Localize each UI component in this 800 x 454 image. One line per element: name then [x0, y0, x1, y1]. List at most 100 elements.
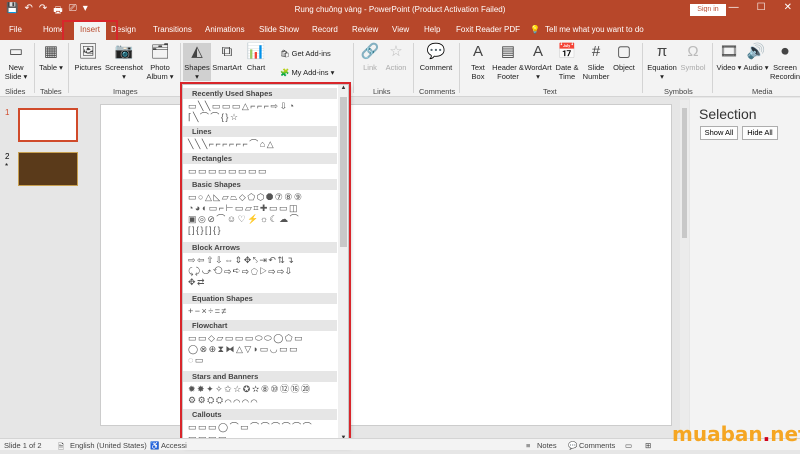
category-rectangles: Rectangles [183, 153, 337, 164]
table-button[interactable]: ▦ Table ▾ [38, 43, 64, 72]
tab-file[interactable]: File [9, 25, 22, 34]
group-separator [459, 43, 460, 93]
shape-row[interactable]: ▭╲╲▭▭▭△⌐⌐⌐⇨⇩◔ [188, 101, 296, 111]
shape-row[interactable]: ▭▭◇▱▭▭▭⬭⬭◯⬠▭ [188, 333, 304, 343]
show-all-button[interactable]: Show All [700, 126, 738, 140]
category-equation-shapes: Equation Shapes [183, 293, 337, 304]
shape-row[interactable]: ◯⊗⊕⧗⧓△▽◗▭◡▭▭ [188, 344, 299, 354]
tab-view[interactable]: View [392, 25, 409, 34]
group-label-images: Images [113, 87, 138, 96]
table-icon: ▦ [43, 43, 59, 60]
window-controls: 🗔 — ☐ ✕ [700, 2, 792, 19]
shape-row[interactable]: ╲╲╲⌐⌐⌐⌐⌐⌐⌒⌂△ [188, 139, 275, 149]
slide-sorter-icon[interactable]: ⊞ [645, 441, 651, 450]
group-separator [180, 43, 181, 93]
video-button[interactable]: 🎞 Video ▾ [716, 43, 742, 72]
shape-row[interactable]: ⚙⚙⛭⛭⌒⌒⌒⌒ [188, 395, 259, 405]
language-indicator[interactable]: English (United States) [70, 441, 147, 450]
pi-icon: π [656, 43, 668, 60]
photo-album-button[interactable]: 🗂 Photo Album ▾ [145, 43, 175, 81]
tab-record[interactable]: Record [312, 25, 338, 34]
get-addins-button[interactable]: 🛍 Get Add-ins [280, 49, 331, 58]
proofing-icon[interactable]: 🗎 [58, 441, 64, 454]
shape-row[interactable]: ▭○△◺▱⏢◇⬠⬡⯃⑦⑧⑨ [188, 192, 303, 202]
shape-row[interactable]: ▭▭▭▭▭▭▭▭ [188, 166, 268, 176]
tab-transitions[interactable]: Transitions [153, 25, 192, 34]
audio-button[interactable]: 🔊 Audio ▾ [743, 43, 769, 72]
notes-button[interactable]: Notes [537, 441, 557, 450]
group-label-slides: Slides [5, 87, 26, 96]
smartart-button[interactable]: ⧉ SmartArt [212, 43, 242, 72]
normal-view-icon[interactable]: ▭ [625, 441, 632, 450]
lightbulb-icon: 💡 [530, 25, 540, 34]
group-label-media: Media [752, 87, 773, 96]
shape-row[interactable]: ✹✸✦✧✩☆✪✫⑧⑩⑫⑯⑳ [188, 384, 312, 394]
header-footer-button[interactable]: ▤ Header & Footer [492, 43, 524, 81]
minimize-icon[interactable]: — [729, 2, 739, 19]
pictures-button[interactable]: 🖼 Pictures [73, 43, 103, 72]
group-label-comments: Comments [419, 87, 456, 96]
maximize-icon[interactable]: ☐ [757, 2, 766, 19]
shape-row[interactable]: +−×÷=≠ [188, 306, 228, 316]
group-separator [642, 43, 643, 93]
symbol-button[interactable]: Ω Symbol [679, 43, 707, 72]
shape-row[interactable]: ◌▭ [188, 355, 205, 365]
slide-thumbnail-1[interactable] [18, 108, 78, 142]
header-footer-icon: ▤ [500, 43, 516, 60]
group-label-tables: Tables [40, 87, 62, 96]
shapes-gallery-scrollbar[interactable]: ▲ ▼ [338, 85, 348, 445]
shape-row[interactable]: ⌈╲⌒⌒{}☆ [188, 112, 240, 122]
ribbon-display-icon[interactable]: 🗔 [700, 2, 711, 19]
tab-help[interactable]: Help [424, 25, 440, 34]
screen-recording-button[interactable]: ⏺Screen Recording [770, 43, 800, 81]
my-addins-button[interactable]: 🧩 My Add-ins ▾ [280, 68, 334, 77]
addins-icon: 🧩 [280, 68, 292, 77]
watermark-brand: muaban [672, 422, 763, 446]
scrollbar-thumb[interactable] [340, 97, 347, 247]
ribbon-tabs: File Home Insert Design Transitions Anim… [0, 20, 800, 40]
shape-row[interactable]: []{}[]{} [188, 225, 222, 235]
link-button[interactable]: 🔗 Link [358, 43, 382, 72]
group-label-links: Links [373, 87, 391, 96]
scrollbar-thumb[interactable] [682, 108, 687, 238]
shape-row[interactable]: ✥⇄ [188, 277, 206, 287]
object-button[interactable]: ▢ Object [611, 43, 637, 72]
shape-row[interactable]: ▭▭▭◯⌒▭⌒⌒⌒⌒⌒⌒ [188, 422, 313, 432]
hide-all-button[interactable]: Hide All [742, 126, 778, 140]
action-button[interactable]: ☆ Action [383, 43, 409, 72]
text-box-button[interactable]: A Text Box [466, 43, 490, 81]
comments-icon: 💬 [568, 441, 578, 450]
group-separator [353, 43, 354, 93]
new-slide-icon: ▭ [8, 43, 24, 60]
tab-animations[interactable]: Animations [205, 25, 245, 34]
title-bar: 💾 ↶ ↷ 🖶 ⎚ ▾ Rung chuông vàng - PowerPoin… [0, 0, 800, 20]
equation-button[interactable]: π Equation ▾ [646, 43, 678, 81]
screenshot-button[interactable]: 📷 Screenshot ▾ [104, 43, 144, 81]
tab-review[interactable]: Review [352, 25, 378, 34]
tell-me-search[interactable]: Tell me what you want to do [545, 25, 644, 34]
comment-button[interactable]: 💬 Comment [418, 43, 454, 72]
slide-thumbnail-2[interactable] [18, 152, 78, 186]
watermark-logo: muaban.net [672, 422, 800, 446]
wordart-button[interactable]: A WordArt ▾ [524, 43, 552, 81]
new-slide-button[interactable]: ▭ New Slide ▾ [3, 43, 29, 81]
shapes-button[interactable]: ◭ Shapes ▾ [183, 43, 211, 81]
shape-row[interactable]: ◔◕◐▭⌐⊢▭▱⌗✚▭▭◫ [188, 203, 299, 213]
date-time-button[interactable]: 📅 Date & Time [554, 43, 580, 81]
close-icon[interactable]: ✕ [784, 2, 792, 19]
group-separator [413, 43, 414, 93]
scroll-up-icon[interactable]: ▲ [338, 85, 348, 95]
accessibility-checker[interactable]: Accessi [161, 441, 187, 450]
screen-recording-icon: ⏺ [781, 43, 789, 60]
comment-icon: 💬 [426, 43, 446, 60]
slide-vertical-scrollbar[interactable] [680, 100, 689, 438]
photo-album-icon: 🗂 [150, 43, 170, 60]
chart-button[interactable]: 📊 Chart [244, 43, 268, 72]
tab-foxit-reader-pdf[interactable]: Foxit Reader PDF [456, 25, 520, 34]
slide-number-button[interactable]: # Slide Number [582, 43, 610, 81]
comments-button[interactable]: Comments [579, 441, 615, 450]
shape-row[interactable]: ▣◎⊘⌒☺♡⚡☼☾☁⌒ [188, 214, 300, 224]
shape-row[interactable]: ⇨⇦⇧⇩⇔⇕✥⤣⇥↶⇅↴ [188, 255, 295, 265]
tab-slide-show[interactable]: Slide Show [259, 25, 299, 34]
shape-row[interactable]: ⤹⤸⤻⟲⇨➪⇨⬠▷⇨⇨⇩ [188, 266, 292, 276]
